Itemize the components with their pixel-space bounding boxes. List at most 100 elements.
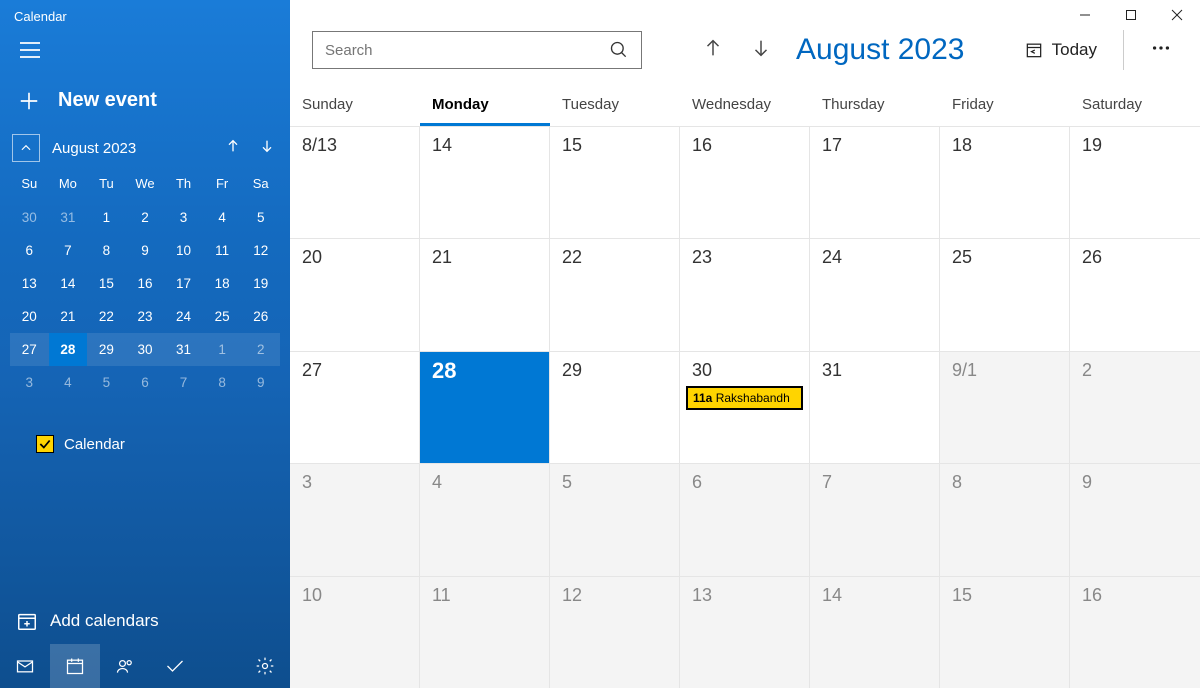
mini-day-cell[interactable]: 14 [49,267,88,300]
day-cell[interactable]: 20 [290,238,420,350]
day-cell[interactable]: 17 [810,126,940,238]
mini-day-cell[interactable]: 2 [241,333,280,366]
maximize-button[interactable] [1108,0,1154,30]
search-box[interactable] [312,31,642,69]
mini-day-cell[interactable]: 28 [49,333,88,366]
day-cell[interactable]: 24 [810,238,940,350]
mini-day-cell[interactable]: 12 [241,234,280,267]
mini-calendar[interactable]: SuMoTuWeThFrSa30311234567891011121314151… [0,170,290,399]
day-header[interactable]: Monday [420,86,550,126]
day-cell[interactable]: 22 [550,238,680,350]
day-header[interactable]: Sunday [290,86,420,126]
day-cell[interactable]: 4 [420,463,550,575]
day-cell[interactable]: 28 [420,351,550,463]
day-cell[interactable]: 26 [1070,238,1200,350]
mini-day-cell[interactable]: 5 [241,201,280,234]
day-cell[interactable]: 31 [810,351,940,463]
day-cell[interactable]: 8/13 [290,126,420,238]
mini-day-cell[interactable]: 4 [49,366,88,399]
prev-month-button[interactable] [698,37,728,64]
day-cell[interactable]: 27 [290,351,420,463]
mini-day-cell[interactable]: 21 [49,300,88,333]
day-cell[interactable]: 14 [420,126,550,238]
day-cell[interactable]: 21 [420,238,550,350]
mini-day-cell[interactable]: 1 [203,333,242,366]
day-cell[interactable]: 11 [420,576,550,688]
mini-day-cell[interactable]: 19 [241,267,280,300]
next-month-button[interactable] [746,37,776,64]
mini-day-cell[interactable]: 30 [10,201,49,234]
day-cell[interactable]: 29 [550,351,680,463]
mail-nav-button[interactable] [0,644,50,688]
mini-day-cell[interactable]: 7 [49,234,88,267]
mini-day-cell[interactable]: 20 [10,300,49,333]
mini-day-cell[interactable]: 3 [10,366,49,399]
month-title[interactable]: August 2023 [796,33,964,67]
day-cell[interactable]: 15 [550,126,680,238]
day-cell[interactable]: 8 [940,463,1070,575]
mini-day-cell[interactable]: 31 [164,333,203,366]
mini-day-cell[interactable]: 2 [126,201,165,234]
mini-month-label[interactable]: August 2023 [52,140,136,157]
mini-day-cell[interactable]: 31 [49,201,88,234]
day-cell[interactable]: 14 [810,576,940,688]
mini-day-cell[interactable]: 18 [203,267,242,300]
mini-day-cell[interactable]: 3 [164,201,203,234]
month-grid[interactable]: 8/13141516171819202122232425262728293011… [290,126,1200,688]
more-button[interactable] [1142,37,1180,64]
mini-day-cell[interactable]: 1 [87,201,126,234]
calendar-toggle[interactable]: Calendar [0,417,290,453]
day-cell[interactable]: 15 [940,576,1070,688]
day-cell[interactable]: 3 [290,463,420,575]
add-calendars-button[interactable]: Add calendars [0,610,159,632]
mini-day-cell[interactable]: 7 [164,366,203,399]
day-cell[interactable]: 5 [550,463,680,575]
today-button[interactable]: Today [1024,40,1105,60]
day-cell[interactable]: 12 [550,576,680,688]
mini-prev-button[interactable] [220,138,246,159]
mini-day-cell[interactable]: 22 [87,300,126,333]
mini-day-cell[interactable]: 4 [203,201,242,234]
mini-day-cell[interactable]: 15 [87,267,126,300]
day-header[interactable]: Thursday [810,86,940,126]
new-event-button[interactable]: New event [0,77,290,130]
mini-day-cell[interactable]: 23 [126,300,165,333]
mini-day-cell[interactable]: 29 [87,333,126,366]
mini-day-cell[interactable]: 11 [203,234,242,267]
calendar-nav-button[interactable] [50,644,100,688]
mini-day-cell[interactable]: 26 [241,300,280,333]
day-header[interactable]: Friday [940,86,1070,126]
calendar-event[interactable]: 11a Rakshabandh [686,386,803,410]
day-cell[interactable]: 9/1 [940,351,1070,463]
day-cell[interactable]: 7 [810,463,940,575]
day-header[interactable]: Saturday [1070,86,1200,126]
hamburger-button[interactable] [0,24,290,77]
minimize-button[interactable] [1062,0,1108,30]
day-cell[interactable]: 18 [940,126,1070,238]
day-cell[interactable]: 6 [680,463,810,575]
day-cell[interactable]: 16 [1070,576,1200,688]
day-cell[interactable]: 9 [1070,463,1200,575]
day-header[interactable]: Tuesday [550,86,680,126]
day-cell[interactable]: 25 [940,238,1070,350]
search-input[interactable] [325,42,609,59]
todo-nav-button[interactable] [150,644,200,688]
mini-day-cell[interactable]: 6 [126,366,165,399]
mini-day-cell[interactable]: 25 [203,300,242,333]
day-cell[interactable]: 3011a Rakshabandh [680,351,810,463]
mini-day-cell[interactable]: 13 [10,267,49,300]
day-cell[interactable]: 10 [290,576,420,688]
day-cell[interactable]: 13 [680,576,810,688]
mini-day-cell[interactable]: 17 [164,267,203,300]
mini-day-cell[interactable]: 10 [164,234,203,267]
mini-day-cell[interactable]: 16 [126,267,165,300]
settings-nav-button[interactable] [240,644,290,688]
mini-day-cell[interactable]: 9 [241,366,280,399]
day-cell[interactable]: 16 [680,126,810,238]
people-nav-button[interactable] [100,644,150,688]
mini-day-cell[interactable]: 5 [87,366,126,399]
day-cell[interactable]: 19 [1070,126,1200,238]
mini-day-cell[interactable]: 27 [10,333,49,366]
day-header[interactable]: Wednesday [680,86,810,126]
mini-day-cell[interactable]: 30 [126,333,165,366]
